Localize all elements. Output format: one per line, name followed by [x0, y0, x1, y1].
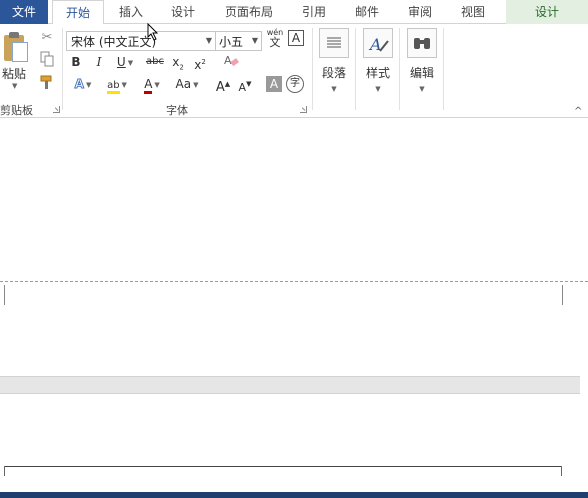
- text-effects-button[interactable]: A ▼: [68, 74, 98, 94]
- font-name-value: 宋体 (中文正文): [71, 35, 157, 49]
- styles-label: 样式: [365, 66, 390, 80]
- format-painter-icon[interactable]: [38, 74, 56, 92]
- tab-references[interactable]: 引用: [292, 0, 336, 24]
- chevron-down-icon[interactable]: ▼: [86, 81, 91, 89]
- page-top-border: [4, 466, 562, 467]
- editing-button[interactable]: 编辑 ▼: [404, 28, 440, 93]
- paragraph-label: 段落: [321, 66, 346, 80]
- paste-dropdown-icon[interactable]: ▼: [12, 82, 17, 90]
- clear-formatting-icon[interactable]: A: [222, 52, 240, 72]
- font-group-label: 字体: [166, 104, 188, 117]
- header-boundary-line: [0, 281, 588, 282]
- tab-mailings[interactable]: 邮件: [344, 0, 390, 24]
- document-area[interactable]: [0, 118, 588, 498]
- underline-button[interactable]: U ▼: [112, 52, 138, 72]
- chevron-down-icon[interactable]: ▼: [252, 36, 258, 45]
- taskbar-strip: [0, 492, 588, 498]
- bold-button[interactable]: B: [68, 52, 84, 72]
- font-size-value: 小五: [219, 35, 244, 49]
- change-case-letters: Aa: [175, 77, 192, 91]
- text-highlight-button[interactable]: ab ▼: [102, 74, 132, 94]
- copy-icon[interactable]: [38, 51, 56, 69]
- grow-font-letter: A: [215, 80, 225, 95]
- page-gap: [0, 376, 580, 394]
- chevron-down-icon[interactable]: ▼: [193, 81, 198, 89]
- font-size-combobox[interactable]: 小五 ▼: [216, 31, 262, 51]
- clipboard-group-label: 剪贴板: [0, 104, 33, 117]
- superscript-mark: 2: [201, 58, 206, 66]
- tab-review[interactable]: 审阅: [398, 0, 442, 24]
- font-name-combobox[interactable]: 宋体 (中文正文) ▼: [66, 31, 216, 51]
- tab-page-layout[interactable]: 页面布局: [214, 0, 284, 24]
- group-separator: [399, 28, 400, 110]
- paste-button[interactable]: 粘贴: [2, 65, 26, 82]
- text-effects-letter: A: [74, 77, 84, 92]
- chevron-down-icon: ▼: [375, 85, 381, 93]
- tab-home[interactable]: 开始: [52, 0, 104, 25]
- italic-button[interactable]: I: [91, 52, 107, 72]
- collapse-ribbon-icon[interactable]: ^: [574, 106, 582, 117]
- chevron-down-icon[interactable]: ▼: [206, 36, 212, 45]
- subscript-mark: 2: [179, 63, 184, 72]
- cut-icon[interactable]: ✂: [38, 29, 56, 47]
- styles-icon: A: [363, 28, 393, 58]
- font-launcher-icon[interactable]: [300, 106, 307, 113]
- character-border-button[interactable]: A: [288, 30, 304, 46]
- margin-corner-right: [560, 285, 563, 305]
- styles-button[interactable]: A 样式 ▼: [360, 28, 396, 93]
- margin-corner-right: [561, 466, 562, 476]
- tab-view[interactable]: 视图: [450, 0, 496, 24]
- shrink-font-letter: A: [238, 81, 247, 94]
- superscript-button[interactable]: x2: [192, 52, 208, 72]
- phonetic-guide-button[interactable]: wén 文: [265, 28, 285, 52]
- change-case-button[interactable]: Aa ▼: [170, 74, 204, 94]
- phonetic-bottom-text: 文: [269, 36, 281, 49]
- clipboard-launcher-icon[interactable]: [53, 106, 60, 113]
- group-separator: [312, 28, 313, 110]
- subscript-button[interactable]: x2: [170, 52, 186, 72]
- group-separator: [355, 28, 356, 110]
- underline-letter: U: [116, 55, 126, 69]
- ribbon-home: 粘贴 ▼ ✂ 剪贴板 宋体 (中文正文) ▼ 小五 ▼ wén 文 A B I …: [0, 24, 588, 118]
- editing-label: 编辑: [409, 66, 434, 80]
- tab-context-design[interactable]: 设计: [506, 0, 588, 24]
- chevron-down-icon: ▼: [331, 85, 337, 93]
- font-color-letter: A: [144, 77, 153, 94]
- tab-insert[interactable]: 插入: [108, 0, 154, 24]
- group-separator: [62, 28, 63, 110]
- enclose-characters-button[interactable]: 字: [286, 75, 304, 93]
- group-separator: [443, 28, 444, 110]
- character-shading-button[interactable]: A: [266, 76, 282, 92]
- shrink-font-button[interactable]: A▼: [236, 74, 254, 94]
- ribbon-tab-bar: 文件 开始 插入 设计 页面布局 引用 邮件 审阅 视图 设计: [0, 0, 588, 25]
- highlight-letters: ab: [107, 80, 120, 94]
- chevron-down-icon[interactable]: ▼: [154, 81, 159, 89]
- strikethrough-button[interactable]: abc: [143, 52, 167, 72]
- margin-corner-left: [4, 285, 7, 305]
- chevron-down-icon: ▼: [419, 85, 425, 93]
- chevron-down-icon[interactable]: ▼: [122, 81, 127, 89]
- svg-text:A: A: [224, 54, 232, 67]
- grow-font-button[interactable]: A▲: [214, 74, 232, 95]
- tab-file[interactable]: 文件: [0, 0, 48, 24]
- tab-design[interactable]: 设计: [160, 0, 206, 24]
- binoculars-icon: [407, 28, 437, 58]
- paragraph-icon: [319, 28, 349, 58]
- margin-corner-left: [4, 466, 5, 476]
- font-color-button[interactable]: A ▼: [137, 74, 167, 94]
- clipboard-icon[interactable]: [2, 32, 30, 62]
- chevron-down-icon[interactable]: ▼: [128, 59, 133, 67]
- paragraph-button[interactable]: 段落 ▼: [316, 28, 352, 93]
- svg-text:A: A: [368, 35, 382, 54]
